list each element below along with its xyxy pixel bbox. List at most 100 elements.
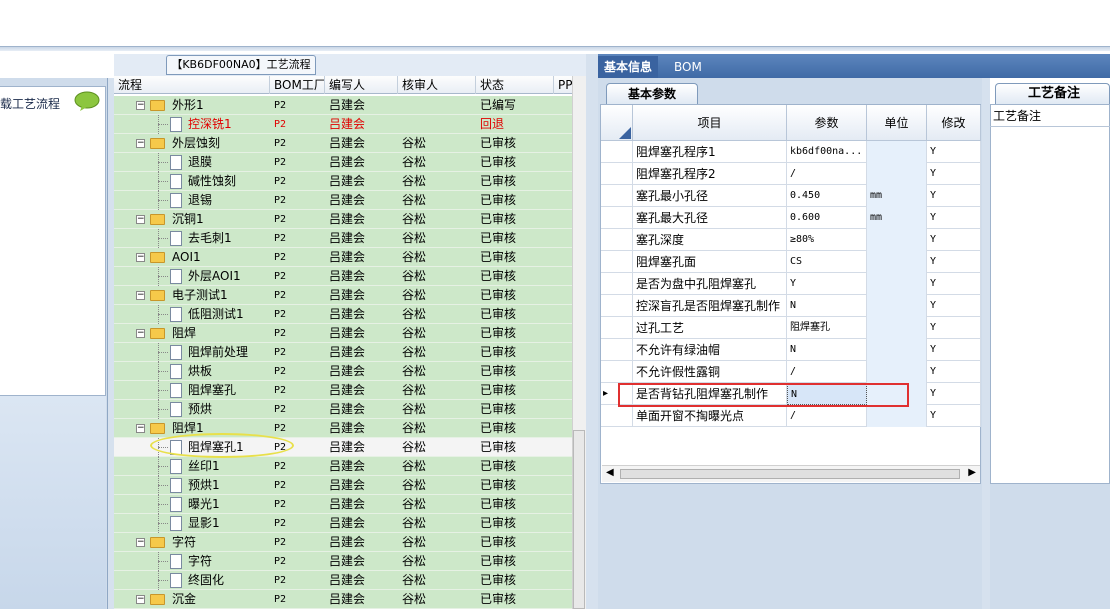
tree-row[interactable]: 去毛刺1 P2 吕建会 谷松 已审核 [114,229,572,248]
splitter-center[interactable] [586,54,598,609]
params-row[interactable]: 过孔工艺 阻焊塞孔 Y [601,317,981,339]
collapse-icon[interactable]: − [136,139,145,148]
tab-process-notes[interactable]: 工艺备注 [995,83,1110,105]
tree-row[interactable]: − 阻焊 P2 吕建会 谷松 已审核 [114,324,572,343]
tree-column-header[interactable]: 流程 [114,76,270,94]
tree-row[interactable]: − 外形1 P2 吕建会 已编写 [114,96,572,115]
tree-row[interactable]: 退锡 P2 吕建会 谷松 已审核 [114,191,572,210]
tree-row[interactable]: 曝光1 P2 吕建会 谷松 已审核 [114,495,572,514]
tree-row[interactable]: − AOI1 P2 吕建会 谷松 已审核 [114,248,572,267]
params-mod[interactable]: Y [927,361,981,383]
params-column-header[interactable]: 参数 [787,105,867,141]
tree-row[interactable]: 外层AOI1 P2 吕建会 谷松 已审核 [114,267,572,286]
params-mod[interactable]: Y [927,339,981,361]
tree-row[interactable]: 烘板 P2 吕建会 谷松 已审核 [114,362,572,381]
params-column-header[interactable]: 项目 [633,105,787,141]
tree-column-header[interactable]: BOM工厂 [270,76,325,94]
params-row[interactable]: 阻焊塞孔面 CS Y [601,251,981,273]
params-param[interactable]: / [787,405,867,427]
row-selector[interactable] [601,251,633,273]
params-hscrollbar[interactable]: ◀ ▶ [602,465,980,482]
row-selector[interactable] [601,185,633,207]
params-mod[interactable]: Y [927,207,981,229]
params-param[interactable]: / [787,361,867,383]
params-param[interactable]: ≥80% [787,229,867,251]
params-param[interactable]: kb6df00na... [787,141,867,163]
params-row[interactable]: 塞孔深度 ≥80% Y [601,229,981,251]
params-row[interactable]: 是否为盘中孔阻焊塞孔 Y Y [601,273,981,295]
params-unit[interactable] [867,295,927,317]
tree-row[interactable]: 字符 P2 吕建会 谷松 已审核 [114,552,572,571]
tree-row[interactable]: 显影1 P2 吕建会 谷松 已审核 [114,514,572,533]
row-selector[interactable] [601,207,633,229]
tree-row[interactable]: 控深铣1 P2 吕建会 回退 [114,115,572,134]
params-unit[interactable] [867,339,927,361]
process-notes-panel[interactable] [990,104,1110,484]
params-param[interactable]: N [787,339,867,361]
row-selector[interactable] [601,163,633,185]
params-param[interactable]: 阻焊塞孔 [787,317,867,339]
scroll-right-arrow-icon[interactable]: ▶ [968,467,976,478]
params-mod[interactable]: Y [927,251,981,273]
collapse-icon[interactable]: − [136,595,145,604]
tree-row[interactable]: 阻焊前处理 P2 吕建会 谷松 已审核 [114,343,572,362]
params-grid[interactable]: 项目 参数 单位 修改 阻焊塞孔程序1 kb6df00na... Y 阻焊塞孔程序2/Y 塞孔… [600,104,981,484]
collapse-icon[interactable]: − [136,291,145,300]
tree-row[interactable]: − 外层蚀刻 P2 吕建会 谷松 已审核 [114,134,572,153]
params-hscroll-thumb[interactable] [620,469,960,479]
collapse-icon[interactable]: − [136,215,145,224]
params-row[interactable]: 阻焊塞孔程序2/ Y [601,163,981,185]
tree-row[interactable]: − 沉金 P2 吕建会 谷松 已审核 [114,590,572,609]
tree-column-header[interactable]: 核审人 [398,76,476,94]
params-mod[interactable]: Y [927,317,981,339]
tree-row[interactable]: 丝印1 P2 吕建会 谷松 已审核 [114,457,572,476]
params-mod[interactable]: Y [927,273,981,295]
params-param[interactable]: N [787,295,867,317]
tree-row[interactable]: − 电子测试1 P2 吕建会 谷松 已审核 [114,286,572,305]
params-unit[interactable] [867,251,927,273]
row-selector[interactable] [601,295,633,317]
params-unit[interactable] [867,273,927,295]
scroll-left-arrow-icon[interactable]: ◀ [606,467,614,478]
params-row[interactable]: 单面开窗不掏曝光点 / Y [601,405,981,427]
params-mod[interactable]: Y [927,383,981,405]
tree-row[interactable]: 低阻测试1 P2 吕建会 谷松 已审核 [114,305,572,324]
left-card[interactable]: 载工艺流程 [0,86,106,396]
params-row[interactable]: 不允许有绿油帽 N Y [601,339,981,361]
row-selector[interactable] [601,273,633,295]
row-selector[interactable] [601,405,633,427]
row-selector[interactable] [601,229,633,251]
tree-row[interactable]: 终固化 P2 吕建会 谷松 已审核 [114,571,572,590]
tree-row[interactable]: 预烘1 P2 吕建会 谷松 已审核 [114,476,572,495]
params-param[interactable]: / [787,163,867,185]
tree-row[interactable]: 预烘 P2 吕建会 谷松 已审核 [114,400,572,419]
params-unit[interactable]: mm [867,207,927,229]
row-selector[interactable] [601,361,633,383]
params-unit[interactable] [867,405,927,427]
tree-row[interactable]: 阻焊塞孔 P2 吕建会 谷松 已审核 [114,381,572,400]
chat-bubble-icon[interactable] [74,91,100,111]
collapse-icon[interactable]: − [136,329,145,338]
tree-column-header[interactable]: PPC [554,76,572,94]
params-mod[interactable]: Y [927,141,981,163]
params-unit[interactable] [867,361,927,383]
process-title-tab[interactable]: 【KB6DF00NA0】工艺流程 [166,55,316,75]
params-unit[interactable] [867,229,927,251]
row-selector[interactable] [601,141,633,163]
params-mod[interactable]: Y [927,163,981,185]
tab-bom[interactable]: BOM [668,56,708,78]
params-unit[interactable] [867,317,927,339]
tree-row[interactable]: − 沉铜1 P2 吕建会 谷松 已审核 [114,210,572,229]
process-tree-grid[interactable]: 流程BOM工厂编写人核审人状态PPC − 外形1 P2 吕建会 已编写控深铣1 P2 吕建会… [114,76,572,609]
params-param[interactable]: 0.600 [787,207,867,229]
tree-scrollbar-thumb[interactable] [573,430,585,609]
params-row[interactable]: 控深盲孔是否阻焊塞孔制作 N Y [601,295,981,317]
params-unit[interactable] [867,163,927,185]
params-row[interactable]: 塞孔最小孔径 0.450 mm Y [601,185,981,207]
row-selector[interactable] [601,317,633,339]
collapse-icon[interactable]: − [136,253,145,262]
params-mod[interactable]: Y [927,229,981,251]
params-column-header[interactable]: 修改 [927,105,981,141]
params-column-header[interactable]: 单位 [867,105,927,141]
tree-row[interactable]: 退膜 P2 吕建会 谷松 已审核 [114,153,572,172]
